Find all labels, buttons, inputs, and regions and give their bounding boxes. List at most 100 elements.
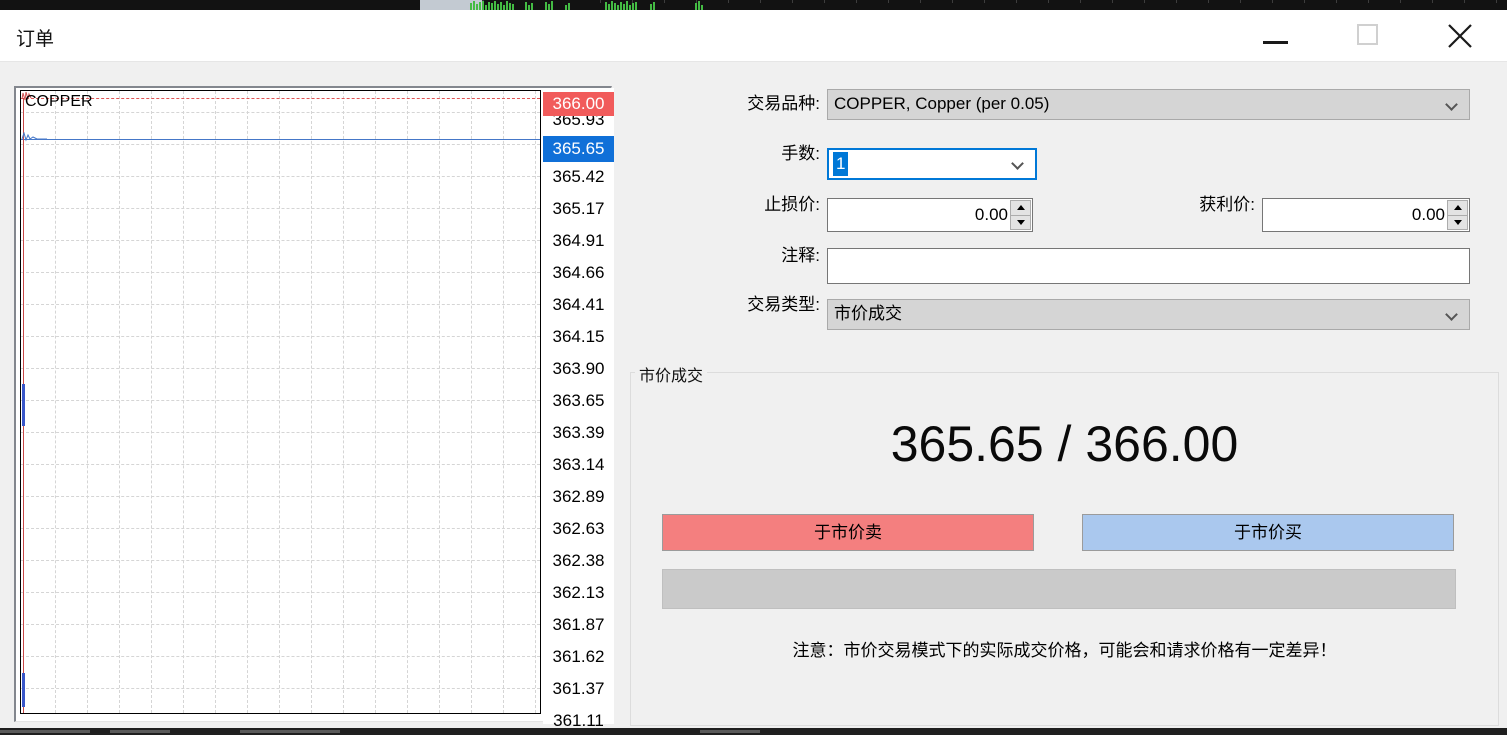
background-ruler-tick [1080,0,1081,3]
gridline [21,368,540,369]
volume-value: 1 [833,152,848,176]
chevron-down-icon [1445,308,1458,321]
gridline [215,91,216,713]
background-volume-tick [491,3,493,10]
gridline [21,496,540,497]
background-volume-tick [482,1,484,10]
screen: 订单 COPPER [0,0,1507,735]
tick-chart: COPPER [20,90,541,714]
sell-by-market-button[interactable]: 于市价卖 [662,514,1034,551]
background-volume-tick [494,1,496,10]
price-tick: 362.38 [543,548,614,574]
triangle-down-icon [1454,220,1462,225]
background-ruler-tick [1144,0,1145,3]
execution-notice: 注意：市价交易模式下的实际成交价格，可能会和请求价格有一定差异！ [631,636,1498,661]
quote-panel: COPPER 366.00 365.65 365.93365.42365.173… [14,86,612,722]
gridline [21,656,540,657]
background-ruler-tick [824,0,825,3]
gridline [21,208,540,209]
minimize-button[interactable] [1252,10,1298,62]
gridline [439,91,440,713]
price-tick: 361.62 [543,644,614,670]
background-volume-tick [635,2,637,10]
gridline [535,91,536,713]
background-app-strip-top [0,0,1507,10]
background-volume-tick [531,3,533,10]
price-tick: 365.17 [543,196,614,222]
background-smudge [110,730,170,733]
take-profit-spinner[interactable]: 0.00 [1262,198,1470,232]
background-volume-tick [551,1,553,10]
background-ruler-tick [1112,0,1113,3]
gridline [503,91,504,713]
gridline [21,528,540,529]
price-tick: 365.42 [543,164,614,190]
gridline [21,144,540,145]
gridline [55,91,56,713]
volume-label: 手数: [630,143,820,165]
background-ruler-tick [1304,0,1305,3]
background-volume-tick [473,1,475,10]
price-tick: 363.39 [543,420,614,446]
take-profit-label: 获利价: [1065,194,1255,216]
take-profit-value: 0.00 [1412,199,1445,231]
market-execution-group: 市价成交 365.65 / 366.00 于市价卖 于市价买 注意：市价交易模式… [630,372,1499,726]
background-app-strip-bottom [0,728,1507,735]
background-volume-tick [614,3,616,10]
maximize-icon [1357,24,1378,45]
order-type-select[interactable]: 市价成交 [827,299,1470,330]
background-ruler-tick [1400,0,1401,3]
gridline [21,464,540,465]
background-volume-tick [698,1,700,10]
price-tick: 364.15 [543,324,614,350]
comment-input[interactable] [827,248,1470,284]
order-type-label: 交易类型: [630,294,820,316]
gridline [119,91,120,713]
stop-loss-spinner[interactable]: 0.00 [827,198,1033,232]
price-tick: 363.90 [543,356,614,382]
spin-up-button[interactable] [1010,200,1031,216]
stop-loss-value: 0.00 [975,199,1008,231]
gridline [21,400,540,401]
bid-ask-quote: 365.65 / 366.00 [631,407,1498,481]
background-volume-tick [632,3,634,10]
bid-price-line [21,139,540,140]
take-profit-spin-buttons [1447,200,1468,230]
gridline [151,91,152,713]
price-tick: 364.91 [543,228,614,254]
symbol-label: 交易品种: [630,93,820,115]
maximize-button [1344,10,1390,62]
price-scale: 366.00 365.65 365.93365.42365.17364.9136… [543,88,614,724]
background-ruler-tick [1208,0,1209,3]
triangle-up-icon [1017,205,1025,210]
background-ruler-tick [888,0,889,3]
buy-by-market-button[interactable]: 于市价买 [1082,514,1454,551]
spin-up-button[interactable] [1447,200,1468,216]
background-ruler-tick [1240,0,1241,3]
price-tick: 364.66 [543,260,614,286]
background-volume-tick [470,3,472,10]
price-tick: 362.89 [543,484,614,510]
background-ruler-tick [920,0,921,3]
gridline [21,272,540,273]
dialog-titlebar[interactable]: 订单 [0,10,1507,62]
order-type-value: 市价成交 [834,304,902,323]
tick-history-bid-trace [22,384,25,426]
spin-down-button[interactable] [1010,216,1031,231]
spin-down-button[interactable] [1447,216,1468,231]
chart-symbol-label: COPPER [25,93,93,111]
background-smudge [240,730,340,733]
background-ruler-tick [600,0,601,3]
background-volume-tick [605,2,607,10]
gridline [21,624,540,625]
gridline [21,336,540,337]
volume-combobox[interactable]: 1 [827,148,1037,180]
symbol-select[interactable]: COPPER, Copper (per 0.05) [827,89,1470,120]
close-button[interactable] [1437,10,1483,62]
background-ruler-tick [984,0,985,3]
background-ruler-tick [1432,0,1433,3]
gridline [21,304,540,305]
gridline [311,91,312,713]
gridline [279,91,280,713]
disabled-action-bar [662,569,1456,609]
